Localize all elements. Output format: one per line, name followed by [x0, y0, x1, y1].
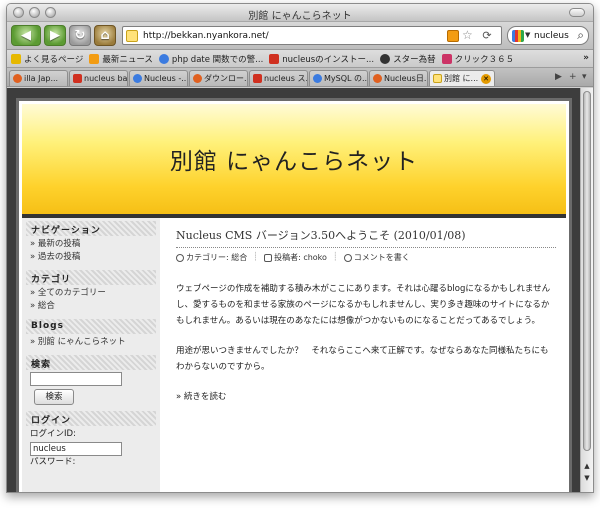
sidebar-link-archive[interactable]: » 過去の投稿: [22, 251, 160, 264]
sidebar-heading-category: カテゴリ: [26, 270, 156, 285]
sidebar-heading-search: 検索: [26, 355, 156, 370]
bookmarks-toolbar: よく見るページ 最新ニュース php date 関数での警... nucleus…: [7, 50, 593, 68]
globe-icon: [158, 53, 169, 64]
browser-window: 別館 にゃんこらネット ◀ ▶ ↻ ⌂ http://bekkan.nyanko…: [6, 3, 594, 493]
title-bar: 別館 にゃんこらネット: [7, 4, 593, 22]
tab-active[interactable]: 別館 に... ✕: [429, 70, 495, 86]
search-input[interactable]: nucleus: [534, 31, 569, 41]
firefox-icon: [193, 74, 202, 83]
forward-button[interactable]: ▶: [44, 25, 66, 46]
tab[interactable]: Nucleus日...: [369, 70, 428, 86]
bookmark-star-icon[interactable]: ☆: [462, 28, 474, 42]
sidebar-heading-blogs: Blogs: [26, 319, 156, 334]
comment-icon: [343, 253, 352, 262]
search-engine-dropdown-icon[interactable]: ▼: [525, 31, 530, 39]
tab[interactable]: ダウンロー...: [189, 70, 248, 86]
sidebar-search-button[interactable]: 検索: [34, 389, 74, 405]
read-more-link[interactable]: » 続きを読む: [176, 389, 556, 405]
sidebar-search-input[interactable]: [30, 372, 122, 386]
forward-arrow-icon: ▶: [50, 28, 60, 43]
sidebar-link-blog[interactable]: » 別館 にゃんこらネット: [22, 336, 160, 349]
window-title: 別館 にゃんこらネット: [248, 11, 352, 22]
bookmark-item[interactable]: よく見るページ: [11, 53, 83, 65]
go-icon[interactable]: ⟳: [479, 29, 495, 42]
meta-divider: ┊: [332, 252, 338, 261]
password-label: パスワード:: [30, 457, 76, 467]
globe-icon: [313, 74, 322, 83]
back-arrow-icon: ◀: [21, 28, 31, 43]
nucleus-icon: [73, 74, 82, 83]
google-icon[interactable]: [512, 30, 524, 42]
main-content: Nucleus CMS バージョン3.50へようこそ (2010/01/08) …: [176, 227, 556, 405]
address-bar[interactable]: http://bekkan.nyankora.net/ ☆ ⟳: [122, 26, 502, 45]
scroll-down-icon[interactable]: ▼: [582, 474, 592, 484]
tab-scroll-right-button[interactable]: ▶: [555, 72, 562, 82]
post-meta: カテゴリー: 総合 ┊ 投稿者: choko ┊ コメントを書く: [176, 247, 556, 263]
login-id-label: ログインID:: [30, 429, 76, 439]
tab[interactable]: nucleus ス...: [249, 70, 308, 86]
sidebar-link-all-categories[interactable]: » 全てのカテゴリー: [22, 287, 160, 300]
bookmarks-more-button[interactable]: »: [583, 53, 589, 63]
search-bar[interactable]: ▼ nucleus ⌕: [507, 26, 589, 45]
tab-list-button[interactable]: ▾: [582, 72, 587, 82]
post-body: ウェブページの作成を補助する積み木がここにあります。それは心躍るblogになるか…: [176, 281, 556, 405]
site-favicon-icon: [433, 74, 442, 83]
toolbar-toggle-button[interactable]: [569, 8, 585, 17]
scroll-up-icon[interactable]: ▲: [582, 462, 592, 472]
home-button[interactable]: ⌂: [94, 25, 116, 46]
user-icon: [264, 253, 273, 262]
info-icon: [176, 253, 184, 262]
post-title[interactable]: Nucleus CMS バージョン3.50へようこそ (2010/01/08): [176, 227, 556, 243]
sidebar-heading-login: ログイン: [26, 411, 156, 426]
tab[interactable]: Nucleus -...: [129, 70, 188, 86]
close-tab-icon[interactable]: ✕: [481, 74, 491, 84]
post-category[interactable]: カテゴリー: 総合: [176, 252, 247, 263]
bookmark-item[interactable]: 最新ニュース: [89, 53, 153, 65]
sidebar-link-general[interactable]: » 総合: [22, 300, 160, 313]
tab[interactable]: nucleus ba...: [69, 70, 128, 86]
nucleus-icon: [269, 53, 280, 64]
navigation-toolbar: ◀ ▶ ↻ ⌂ http://bekkan.nyankora.net/ ☆ ⟳ …: [7, 22, 593, 50]
bookmark-item[interactable]: クリック３６５: [441, 53, 514, 65]
sidebar-heading-navigation: ナビゲーション: [26, 221, 156, 236]
url-text[interactable]: http://bekkan.nyankora.net/: [143, 31, 269, 41]
magnifier-icon[interactable]: ⌕: [577, 28, 584, 43]
sidebar-link-latest[interactable]: » 最新の投稿: [22, 238, 160, 251]
rss-feed-icon[interactable]: [447, 30, 459, 42]
post-paragraph: ウェブページの作成を補助する積み木がここにあります。それは心躍るblogになるか…: [176, 284, 551, 326]
reload-icon: ↻: [74, 28, 86, 43]
firefox-icon: [373, 74, 382, 83]
tab[interactable]: MySQL の...: [309, 70, 368, 86]
globe-icon: [133, 74, 142, 83]
login-id-input[interactable]: nucleus: [30, 442, 122, 456]
scrollbar-thumb[interactable]: [583, 91, 591, 451]
bookmark-item[interactable]: スター為替: [380, 53, 436, 65]
click-icon: [441, 53, 452, 64]
tab-bar: illa Jap... nucleus ba... Nucleus -... ダ…: [7, 68, 593, 87]
firefox-icon: [13, 74, 22, 83]
post-comment-link[interactable]: コメントを書く: [343, 252, 410, 263]
tab[interactable]: illa Jap...: [9, 70, 68, 86]
nucleus-icon: [253, 74, 262, 83]
bookmark-item[interactable]: nucleusのインストー...: [269, 53, 374, 65]
site-banner: 別館 にゃんこらネット: [22, 104, 566, 214]
page-frame: 別館 にゃんこらネット ナビゲーション » 最新の投稿 » 過去の投稿 カテゴリ…: [16, 98, 572, 492]
sidebar: ナビゲーション » 最新の投稿 » 過去の投稿 カテゴリ » 全てのカテゴリー …: [22, 218, 160, 492]
vertical-scrollbar[interactable]: ▲ ▼: [580, 88, 593, 492]
rss-feed-icon: [89, 53, 100, 64]
site-title[interactable]: 別館 にゃんこらネット: [22, 142, 566, 176]
star-icon: [380, 53, 391, 64]
bookmark-icon: [11, 53, 21, 64]
reload-button[interactable]: ↻: [69, 25, 91, 46]
meta-divider: ┊: [253, 252, 259, 261]
post-author[interactable]: 投稿者: choko: [264, 252, 327, 263]
post-paragraph: 用途が思いつきませんでしたか？ それならここへ来て正解です。なぜならあなた同様私…: [176, 346, 549, 372]
web-content: 別館 にゃんこらネット ナビゲーション » 最新の投稿 » 過去の投稿 カテゴリ…: [7, 88, 582, 492]
back-button[interactable]: ◀: [11, 25, 41, 46]
new-tab-button[interactable]: +: [569, 72, 577, 82]
site-favicon-icon: [126, 30, 138, 42]
home-icon: ⌂: [100, 28, 110, 43]
bookmark-item[interactable]: php date 関数での警...: [158, 53, 263, 65]
